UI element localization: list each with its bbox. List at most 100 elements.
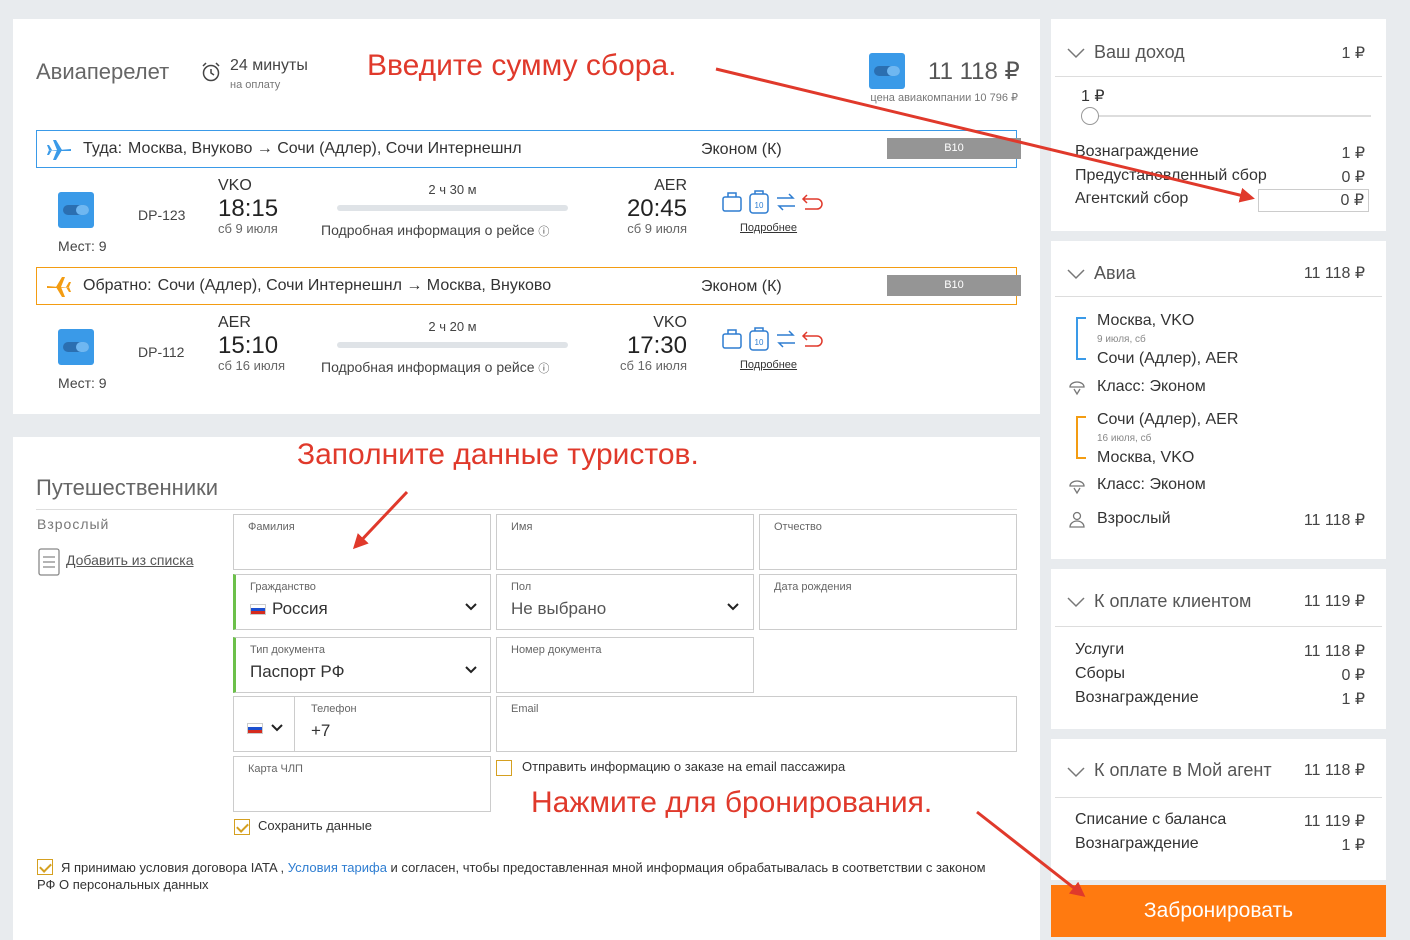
send-info-checkbox[interactable] <box>496 760 512 776</box>
client-pay-row-value: 11 118 ₽ <box>1303 643 1365 660</box>
russia-flag-icon <box>250 604 266 615</box>
client-pay-row-value: 0 ₽ <box>1341 667 1365 684</box>
agent-pay-row-label: Списание с баланса <box>1075 811 1227 828</box>
chevron-down-icon[interactable] <box>1067 766 1085 778</box>
chevron-down-icon <box>465 603 477 611</box>
gender-select[interactable]: Пол Не выбрано <box>496 574 754 630</box>
outbound-arr-date: сб 9 июля <box>627 221 687 236</box>
outbound-label: Туда: <box>83 140 123 157</box>
income-row-value: 0 ₽ <box>1341 169 1365 186</box>
refund-icon <box>801 331 823 347</box>
inbound-bar: Обратно: Сочи (Адлер), Сочи Интернешнл →… <box>36 267 1017 305</box>
accept-terms-checkbox[interactable] <box>37 859 53 875</box>
save-data-checkbox[interactable] <box>234 819 250 835</box>
inbound-class: Эконом (К) <box>701 278 782 295</box>
baggage-icons: 10 <box>722 327 823 351</box>
seg2-date: 16 июля, сб <box>1097 433 1152 444</box>
inbound-seats: Мест: 9 <box>58 375 107 391</box>
outbound-arr-code: AER <box>654 177 687 194</box>
avia-total: 11 118 ₽ <box>1303 265 1365 282</box>
svg-text:10: 10 <box>755 338 764 347</box>
inbound-class-tag: B10 <box>887 275 1021 296</box>
seg1-class: Класс: Эконом <box>1097 378 1206 395</box>
outbound-bar: Туда: Москва, Внуково → Сочи (Адлер), Со… <box>36 130 1017 168</box>
fee-slider[interactable] <box>1081 107 1371 125</box>
outbound-seats: Мест: 9 <box>58 238 107 254</box>
airline-logo <box>58 329 94 365</box>
inbound-details-link[interactable]: Подробная информация о рейсе ⓘ <box>321 359 549 376</box>
middlename-field[interactable]: Отчество <box>759 514 1017 570</box>
divider <box>36 509 1017 510</box>
refund-icon <box>801 194 823 210</box>
traveler-type: Взрослый <box>37 516 110 532</box>
user-icon <box>1069 511 1085 528</box>
airline-logo <box>58 192 94 228</box>
exchange-icon <box>777 193 795 211</box>
send-info-label: Отправить информацию о заказе на email п… <box>522 759 846 774</box>
email-field[interactable]: Email <box>496 696 1017 752</box>
phone-field[interactable]: Телефон +7 <box>294 696 491 752</box>
slider-handle[interactable] <box>1081 107 1099 125</box>
airline-price: цена авиакомпании 10 796 ₽ <box>870 92 1018 104</box>
book-button[interactable]: Забронировать <box>1051 885 1386 937</box>
lastname-field[interactable]: Фамилия <box>233 514 491 570</box>
chevron-down-icon[interactable] <box>1067 47 1085 59</box>
citizenship-select[interactable]: Гражданство Россия <box>233 574 491 630</box>
divider <box>1055 296 1382 297</box>
agent-pay-total: 11 118 ₽ <box>1303 762 1365 779</box>
outbound-flight-number: DP-123 <box>138 207 186 223</box>
passenger-price: 11 118 ₽ <box>1303 512 1365 529</box>
inbound-route: Сочи (Адлер), Сочи Интернешнл → Москва, … <box>157 277 552 294</box>
chevron-down-icon <box>465 666 477 674</box>
svg-text:10: 10 <box>755 201 764 210</box>
seg2-from: Сочи (Адлер), AER <box>1097 411 1239 428</box>
save-data-label: Сохранить данные <box>258 818 372 833</box>
baggage-icons: 10 <box>722 190 823 214</box>
luggage-icon: 10 <box>749 327 769 351</box>
seat-icon <box>1069 480 1085 495</box>
agent-pay-row-value: 11 119 ₽ <box>1303 813 1365 830</box>
seg1-date: 9 июля, сб <box>1097 334 1146 345</box>
birthdate-field[interactable]: Дата рождения <box>759 574 1017 630</box>
seg1-from: Москва, VKO <box>1097 312 1195 329</box>
segment-bracket <box>1076 317 1086 360</box>
outbound-duration: 2 ч 30 м <box>428 182 477 197</box>
client-pay-row-label: Вознаграждение <box>1075 689 1199 706</box>
doc-number-field[interactable]: Номер документа <box>496 637 754 693</box>
slider-track <box>1081 115 1371 117</box>
income-panel: Ваш доход 1 ₽ 1 ₽ Вознаграждение 1 ₽ Пре… <box>1051 19 1386 231</box>
bag-icon <box>722 329 742 349</box>
chevron-down-icon <box>727 603 739 611</box>
inbound-more-link[interactable]: Подробнее <box>740 359 797 371</box>
income-row-label: Вознаграждение <box>1075 143 1199 160</box>
inbound-label: Обратно: <box>83 277 152 294</box>
agent-pay-row-value: 1 ₽ <box>1341 837 1365 854</box>
agent-pay-title: К оплате в Мой агент <box>1094 760 1272 780</box>
seg2-to: Москва, VKO <box>1097 449 1195 466</box>
outbound-details-link[interactable]: Подробная информация о рейсе ⓘ <box>321 222 549 239</box>
loyalty-card-field[interactable]: Карта ЧЛП <box>233 756 491 812</box>
client-pay-row-label: Сборы <box>1075 665 1126 682</box>
firstname-field[interactable]: Имя <box>496 514 754 570</box>
outbound-route: Москва, Внуково → Сочи (Адлер), Сочи Инт… <box>128 140 522 157</box>
plane-icon <box>47 140 71 160</box>
inbound-dep-date: сб 16 июля <box>218 358 285 373</box>
inbound-duration-line <box>337 342 568 348</box>
divider <box>1055 76 1382 77</box>
doc-type-select[interactable]: Тип документа Паспорт РФ <box>233 637 491 693</box>
phone-country-select[interactable] <box>233 696 295 752</box>
inbound-flight-number: DP-112 <box>138 344 185 360</box>
client-pay-panel: К оплате клиентом 11 119 ₽ Услуги 11 118… <box>1051 569 1386 729</box>
outbound-more-link[interactable]: Подробнее <box>740 222 797 234</box>
income-title: Ваш доход <box>1094 42 1185 62</box>
inbound-duration: 2 ч 20 м <box>428 319 477 334</box>
exchange-icon <box>777 330 795 348</box>
tariff-terms-link[interactable]: Условия тарифа <box>288 860 387 875</box>
terms-text-line2: РФ О персональных данных <box>37 877 209 892</box>
chevron-down-icon[interactable] <box>1067 268 1085 280</box>
income-row-value: 1 ₽ <box>1341 145 1365 162</box>
agent-fee-input[interactable]: 0 ₽ <box>1258 189 1369 212</box>
chevron-down-icon[interactable] <box>1067 596 1085 608</box>
alarm-clock-icon <box>202 62 220 82</box>
add-from-list-link[interactable]: Добавить из списка <box>66 552 194 568</box>
